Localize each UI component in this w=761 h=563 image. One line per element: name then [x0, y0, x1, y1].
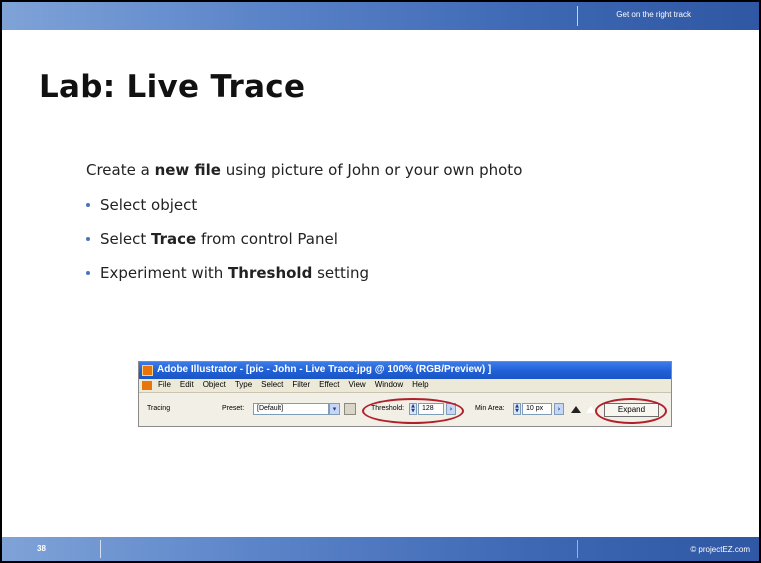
bullet-text-pre: Experiment with	[100, 264, 229, 282]
menu-select[interactable]: Select	[261, 380, 283, 389]
menu-items: File Edit Object Type Select Filter Effect View…	[158, 380, 438, 389]
header-divider	[577, 6, 578, 26]
slide-title: Lab: Live Trace	[39, 69, 306, 105]
min-area-input[interactable]: 10 px	[522, 403, 552, 415]
min-area-stepper-icon[interactable]: ▲ ▼	[513, 403, 521, 415]
bullet-text: Select object	[100, 196, 198, 214]
preset-label: Preset:	[222, 405, 245, 412]
intro-text: Create a new file using picture of John …	[86, 161, 522, 179]
menu-object[interactable]: Object	[203, 380, 226, 389]
illustrator-screenshot: Adobe Illustrator - [pic - John - Live T…	[138, 361, 672, 427]
bullet-text-bold: Threshold	[228, 264, 313, 282]
min-area-label: Min Area:	[475, 405, 505, 412]
menu-help[interactable]: Help	[412, 380, 428, 389]
menu-window[interactable]: Window	[375, 380, 403, 389]
bullet-text-bold: Trace	[151, 230, 197, 248]
bullet-item: Experiment with Threshold setting	[86, 264, 369, 298]
tracing-result-icon[interactable]	[571, 406, 581, 413]
menu-bar: File Edit Object Type Select Filter Effect View…	[139, 379, 671, 392]
bullet-text-post: from control Panel	[196, 230, 338, 248]
header-tagline: Get on the right track	[616, 10, 691, 19]
menu-view[interactable]: View	[348, 380, 365, 389]
expand-highlight-circle	[595, 398, 667, 424]
illustrator-app-icon	[142, 365, 153, 376]
tracing-options-icon[interactable]	[344, 403, 356, 415]
menu-file[interactable]: File	[158, 380, 171, 389]
bullet-item: Select Trace from control Panel	[86, 230, 369, 264]
min-area-slider-arrow-icon[interactable]: ›	[554, 403, 564, 415]
page-number: 38	[37, 544, 46, 553]
bullet-text-post: setting	[312, 264, 370, 282]
menu-effect[interactable]: Effect	[319, 380, 339, 389]
bullet-dot-icon	[86, 237, 90, 241]
intro-text-bold: new file	[154, 161, 221, 179]
slide: Get on the right track Lab: Live Trace C…	[2, 2, 759, 561]
header-bar: Get on the right track	[2, 2, 759, 30]
footer-divider	[577, 540, 578, 558]
threshold-highlight-circle	[362, 398, 464, 424]
footer-divider	[100, 540, 101, 558]
window-title: Adobe Illustrator - [pic - John - Live T…	[157, 364, 492, 375]
chevron-down-icon[interactable]: ▾	[329, 403, 340, 415]
footer-bar: 38 © projectEZ.com	[2, 537, 759, 561]
window-titlebar: Adobe Illustrator - [pic - John - Live T…	[139, 362, 671, 379]
bullet-list: Select object Select Trace from control …	[86, 196, 369, 298]
bullet-text-pre: Select	[100, 230, 152, 248]
preset-dropdown[interactable]: [Default]	[253, 403, 329, 415]
copyright-text: © projectEZ.com	[690, 545, 750, 554]
menu-filter[interactable]: Filter	[292, 380, 310, 389]
bullet-dot-icon	[86, 203, 90, 207]
tracing-label: Tracing	[147, 405, 171, 412]
document-menu-icon	[142, 381, 152, 390]
bullet-item: Select object	[86, 196, 369, 230]
intro-text-post: using picture of John or your own photo	[220, 161, 523, 179]
intro-text-pre: Create a	[86, 161, 155, 179]
menu-type[interactable]: Type	[235, 380, 252, 389]
menu-edit[interactable]: Edit	[180, 380, 194, 389]
bullet-dot-icon	[86, 271, 90, 275]
